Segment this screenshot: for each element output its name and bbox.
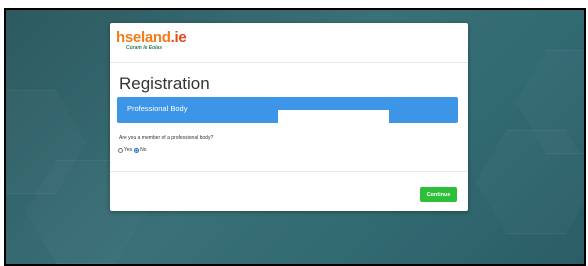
hseland-logo[interactable]: hseland.ie Cúram le Eolas xyxy=(116,29,187,51)
logo-land-text: land xyxy=(140,29,171,46)
section-title: Professional Body xyxy=(127,104,188,113)
logo-ie-text: .ie xyxy=(170,29,187,46)
screenshot-frame: hseland.ie Cúram le Eolas Registration P… xyxy=(0,0,588,266)
continue-button[interactable]: Continue xyxy=(420,187,457,202)
page-title: Registration xyxy=(119,74,210,93)
radio-group: Yes No xyxy=(118,147,149,153)
section-blank-area xyxy=(278,110,389,124)
registration-card: hseland.ie Cúram le Eolas Registration P… xyxy=(110,23,468,211)
card-header: hseland.ie Cúram le Eolas xyxy=(110,23,468,63)
radio-yes-label[interactable]: Yes xyxy=(124,147,132,153)
section-header: Professional Body xyxy=(117,97,458,124)
top-crop xyxy=(0,0,588,8)
logo-hse-text: hse xyxy=(116,29,141,46)
logo-wordmark: hseland.ie xyxy=(116,29,187,46)
radio-no-label[interactable]: No xyxy=(140,147,146,153)
radio-yes[interactable] xyxy=(118,147,123,153)
card-divider xyxy=(110,171,468,172)
radio-no[interactable] xyxy=(134,147,140,153)
question-label: Are you a member of a professional body? xyxy=(119,135,214,141)
